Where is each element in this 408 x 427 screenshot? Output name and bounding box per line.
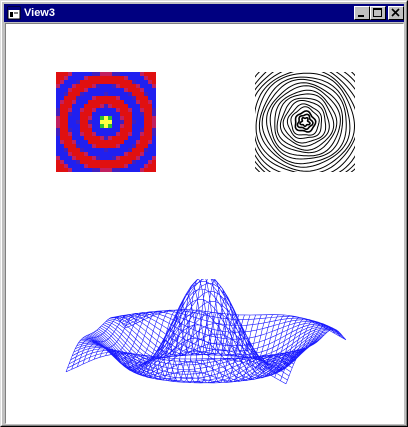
close-button[interactable] [388, 6, 404, 20]
ring-heatmap-image [56, 72, 156, 172]
minimize-icon [358, 15, 364, 17]
maximize-button[interactable] [370, 6, 386, 20]
close-icon [391, 8, 400, 17]
ring-contour-plot [255, 72, 355, 172]
maximize-icon [373, 8, 382, 17]
minimize-button[interactable] [354, 6, 370, 20]
title-bar[interactable]: View3 [4, 4, 404, 22]
view-client-area[interactable] [5, 23, 404, 424]
wireframe-surface-plot [65, 279, 347, 385]
window-doc-icon[interactable] [6, 5, 22, 21]
application-window: View3 [0, 0, 408, 427]
window-title: View3 [24, 7, 55, 19]
